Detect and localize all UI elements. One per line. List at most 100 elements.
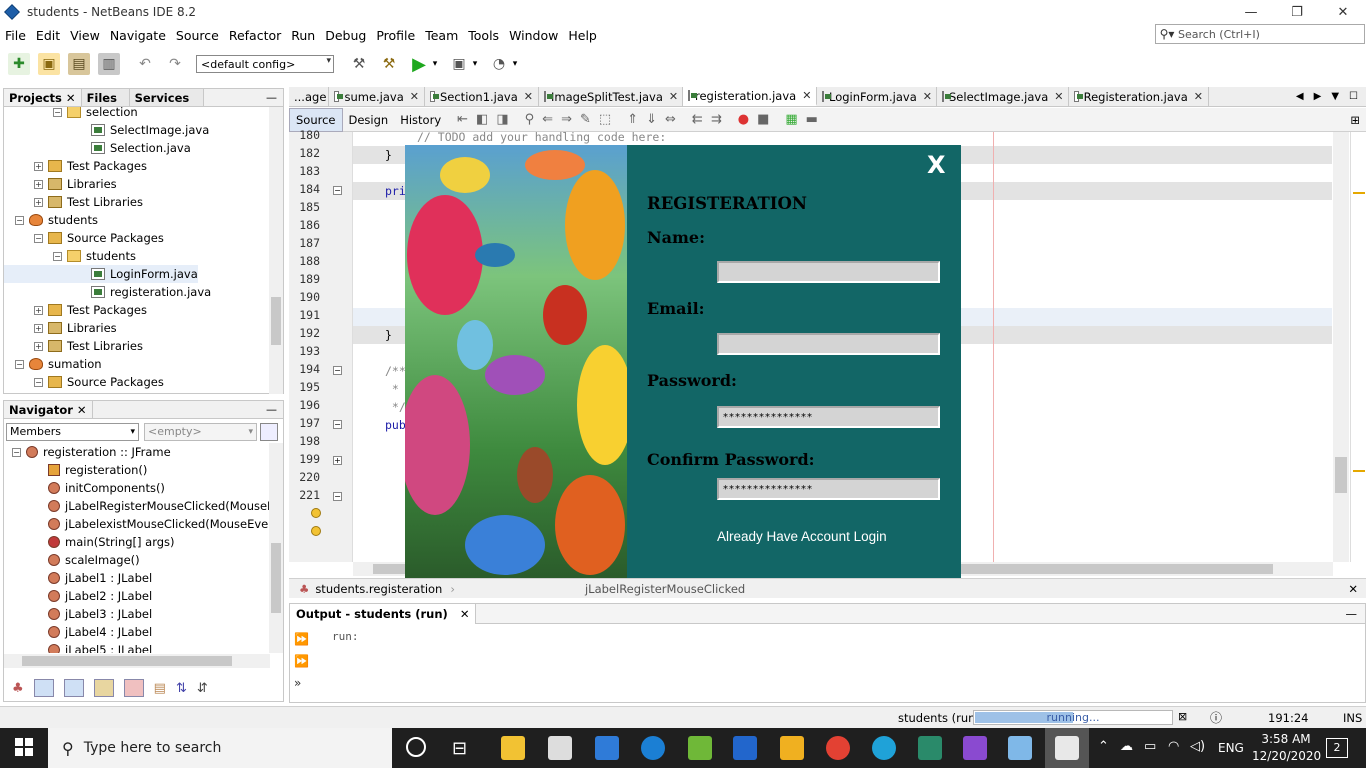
project-tree-item[interactable]: − sumation <box>4 355 102 373</box>
stop-macro-icon[interactable]: ■ <box>757 112 769 127</box>
minimize-button[interactable]: — <box>1228 0 1274 24</box>
uncomment-icon[interactable]: ▬ <box>806 112 818 127</box>
menu-refactor[interactable]: Refactor <box>224 28 286 43</box>
hint-bulb-icon[interactable] <box>311 526 321 536</box>
find-prev-icon[interactable]: ⇐ <box>542 112 553 127</box>
minecraft-icon[interactable] <box>688 736 712 760</box>
sort-alpha-icon[interactable]: ⇅ <box>176 681 187 696</box>
menu-edit[interactable]: Edit <box>31 28 65 43</box>
next-bookmark-icon[interactable]: ⇓ <box>646 112 657 127</box>
build-hammer-icon[interactable]: ⚒ <box>348 53 370 75</box>
email-field[interactable] <box>717 333 940 355</box>
rerun-with-params-icon[interactable]: ⏩ <box>294 650 310 672</box>
name-field[interactable] <box>717 261 940 283</box>
navigator-item[interactable]: jLabel2 : JLabel <box>4 587 152 605</box>
navigator-hscrollbar[interactable] <box>4 654 270 668</box>
debug-icon[interactable]: ▣ <box>448 53 470 75</box>
navigator-item[interactable]: jLabel3 : JLabel <box>4 605 152 623</box>
chrome-icon[interactable] <box>826 736 850 760</box>
edge-icon[interactable] <box>872 736 896 760</box>
fold-toggle-icon[interactable]: − <box>333 366 342 375</box>
navigator-item[interactable]: main(String[] args) <box>4 533 175 551</box>
close-icon[interactable]: ✕ <box>460 607 470 621</box>
tab-output[interactable]: Output - students (run) ✕ <box>290 603 477 624</box>
task-view-icon[interactable]: ⊟ <box>452 738 467 759</box>
confirm-password-field[interactable]: *************** <box>717 478 940 500</box>
scroll-thumb[interactable] <box>1335 457 1347 493</box>
project-tree-item[interactable]: − selection <box>4 107 138 121</box>
members-filter-icon[interactable]: ♣ <box>12 681 24 696</box>
tray-expand-icon[interactable]: ⌃ <box>1098 739 1109 754</box>
profile-icon[interactable]: ◔ <box>488 53 510 75</box>
projects-scrollbar[interactable] <box>269 107 283 394</box>
project-tree-item[interactable]: + Test Packages <box>4 157 147 175</box>
language-indicator[interactable]: ENG <box>1218 741 1244 755</box>
project-tree-item[interactable]: − Source Packages <box>4 229 164 247</box>
static-filter-icon[interactable] <box>63 679 84 697</box>
battery-icon[interactable]: ▭ <box>1144 739 1156 754</box>
debug-dropdown-icon[interactable]: ▾ <box>470 53 480 75</box>
cortana-icon[interactable] <box>406 737 426 757</box>
config-select[interactable]: <default config> ▾ <box>196 55 334 73</box>
prev-bookmark-icon[interactable]: ⇑ <box>627 112 638 127</box>
scroll-thumb[interactable] <box>271 543 281 613</box>
hint-bulb-icon[interactable] <box>311 508 321 518</box>
menu-profile[interactable]: Profile <box>371 28 420 43</box>
navigator-options-icon[interactable] <box>260 423 278 441</box>
navigator-item[interactable]: jLabelexistMouseClicked(MouseEvent evt) <box>4 515 270 533</box>
store-icon[interactable] <box>548 736 572 760</box>
breadcrumb-method[interactable]: jLabelRegisterMouseClicked <box>585 582 745 596</box>
project-tree-item[interactable]: − students <box>4 247 136 265</box>
close-icon[interactable]: ✕ <box>1194 90 1203 103</box>
tab-navigator[interactable]: Navigator ✕ <box>4 401 93 418</box>
expand-toggle-icon[interactable]: + <box>34 341 43 351</box>
expand-toggle-icon[interactable]: + <box>34 197 43 207</box>
restore-button[interactable]: ❐ <box>1274 0 1320 24</box>
redo-icon[interactable]: ↷ <box>164 53 186 75</box>
notifications-icon[interactable]: ⓘ <box>1210 709 1222 726</box>
project-tree-item[interactable]: + Test Libraries <box>4 337 143 355</box>
expand-toggle-icon[interactable]: − <box>53 251 62 261</box>
navigator-item[interactable]: jLabel5 : JLabel <box>4 641 152 653</box>
rect-select-icon[interactable]: ⬚ <box>599 112 611 127</box>
scroll-thumb[interactable] <box>271 297 281 345</box>
comment-icon[interactable]: ▦ <box>785 112 797 127</box>
close-icon[interactable]: ✕ <box>669 90 678 103</box>
menu-team[interactable]: Team <box>420 28 463 43</box>
menu-help[interactable]: Help <box>563 28 602 43</box>
project-tree-item[interactable]: − Source Packages <box>4 373 164 391</box>
new-project-icon[interactable]: ▣ <box>38 53 60 75</box>
private-filter-icon[interactable] <box>93 679 114 697</box>
undo-icon[interactable]: ↶ <box>134 53 156 75</box>
toggle-bookmark-icon[interactable]: ⇔ <box>665 112 676 127</box>
sort-source-icon[interactable]: ⇵ <box>197 681 208 696</box>
expand-toggle-icon[interactable]: − <box>12 447 21 457</box>
editor-tab[interactable]: SelectImage.java ✕ <box>937 87 1069 106</box>
toggle-highlight-icon[interactable]: ✎ <box>580 112 591 127</box>
teamviewer-icon[interactable] <box>641 736 665 760</box>
todo-icon[interactable] <box>733 736 757 760</box>
tab-files[interactable]: Files <box>81 89 130 106</box>
run-icon[interactable]: ▶ <box>408 53 430 75</box>
notification-center-icon[interactable]: 2 <box>1326 738 1348 758</box>
menu-tools[interactable]: Tools <box>463 28 504 43</box>
navigator-item[interactable]: registeration() <box>4 461 147 479</box>
expand-toggle-icon[interactable]: − <box>34 377 43 387</box>
warning-mark[interactable] <box>1353 192 1365 194</box>
login-link[interactable]: Already Have Account Login <box>717 529 887 544</box>
search-input[interactable]: ⚲▾ Search (Ctrl+I) <box>1155 24 1365 44</box>
scroll-thumb[interactable] <box>22 656 232 666</box>
open-project-icon[interactable]: ▤ <box>68 53 90 75</box>
snipping-icon[interactable] <box>918 736 942 760</box>
editor-tab-active[interactable]: registeration.java ✕ <box>683 87 817 106</box>
expand-toggle-icon[interactable]: + <box>34 323 43 333</box>
expand-toggle-icon[interactable]: + <box>34 161 43 171</box>
navigator-item[interactable]: jLabelRegisterMouseClicked(MouseEvent e <box>4 497 270 515</box>
menu-run[interactable]: Run <box>286 28 320 43</box>
fold-toggle-icon[interactable]: − <box>333 420 342 429</box>
clean-build-icon[interactable]: ⚒ <box>378 53 400 75</box>
navigator-item[interactable]: initComponents() <box>4 479 165 497</box>
shift-left-icon[interactable]: ⇇ <box>692 112 703 127</box>
close-icon[interactable]: ✕ <box>410 90 419 103</box>
close-form-button[interactable]: X <box>927 151 946 179</box>
